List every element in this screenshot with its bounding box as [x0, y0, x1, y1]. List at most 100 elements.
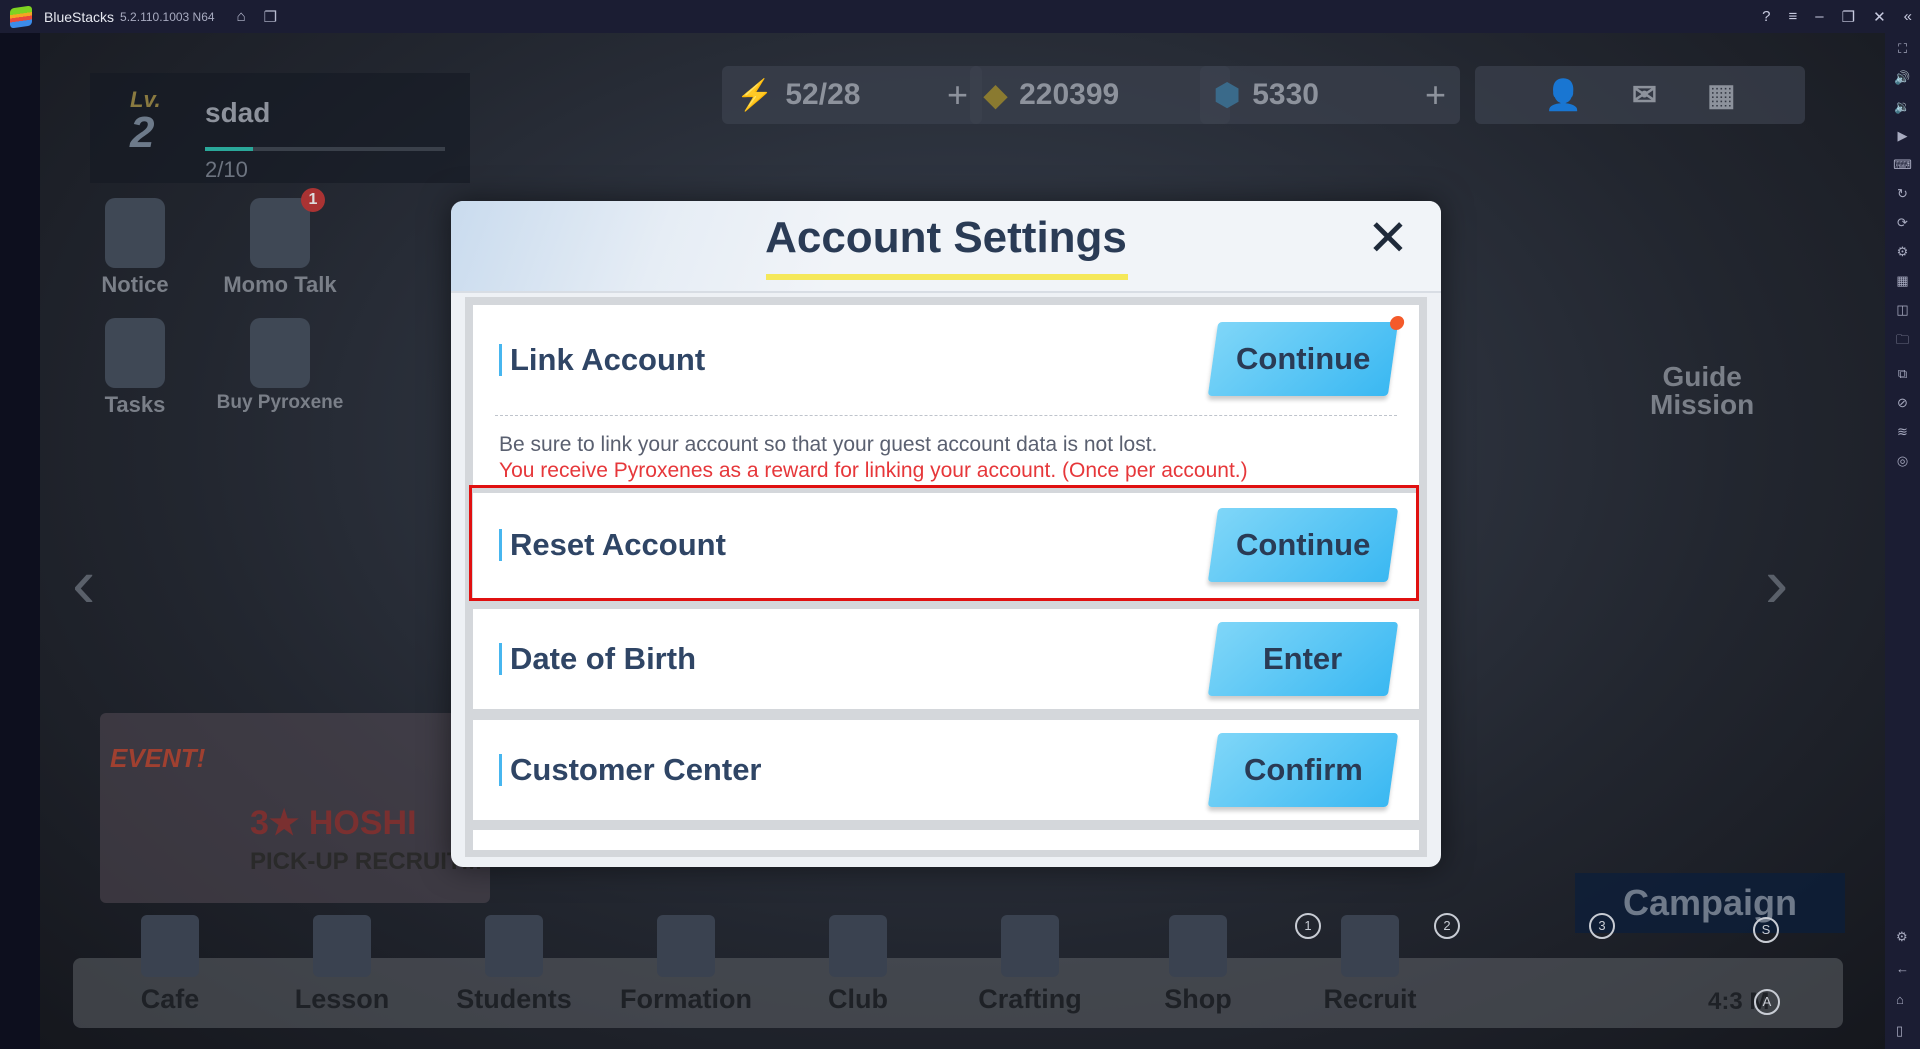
close-window-icon[interactable]: ✕: [1873, 8, 1886, 26]
event-tag: EVENT!: [110, 743, 206, 773]
date-of-birth-enter-button[interactable]: Enter: [1207, 622, 1399, 696]
player-name: sdad: [205, 97, 271, 128]
performance-icon[interactable]: ▦: [1896, 273, 1908, 289]
help-icon[interactable]: ?: [1762, 8, 1770, 25]
add-pyroxene-button[interactable]: +: [1425, 74, 1446, 116]
back-icon[interactable]: ←: [1896, 961, 1909, 976]
macro-icon[interactable]: ⚙: [1897, 244, 1909, 260]
buy-pyroxene-label: Buy Pyroxene: [216, 392, 344, 413]
nav-formation[interactable]: Formation: [616, 915, 756, 1015]
nav-recruit[interactable]: Recruit: [1300, 915, 1440, 1015]
dialog-title: Account Settings: [765, 213, 1127, 262]
key-overlay-1: 1: [1295, 913, 1321, 939]
media-icon[interactable]: ▶: [1898, 128, 1908, 144]
row-date-of-birth: Date of Birth Enter: [473, 609, 1419, 709]
nav-crafting[interactable]: Crafting: [960, 915, 1100, 1015]
notice-button[interactable]: Notice: [70, 198, 200, 298]
layers-icon[interactable]: ≋: [1897, 424, 1908, 440]
crafting-locked-icon: [1001, 915, 1059, 977]
tasks-button[interactable]: Tasks: [70, 318, 200, 418]
momotalk-label: Momo Talk: [223, 272, 337, 297]
add-energy-button[interactable]: +: [947, 74, 968, 116]
title-bar: BlueStacks 5.2.110.1003 N64 ⌂ ❐ ? ≡ – ❐ …: [0, 0, 1920, 33]
chevron-right-icon[interactable]: ›: [1765, 543, 1788, 623]
profile-icon[interactable]: 👤: [1545, 78, 1582, 113]
key-overlay-2: 2: [1434, 913, 1460, 939]
multi-instance-icon[interactable]: ❐: [264, 8, 277, 26]
pyroxene-counter: ⬢ 5330 +: [1200, 66, 1460, 124]
player-level-panel: Lv. 2 sdad 2/10: [90, 73, 470, 183]
collapse-sidebar-icon[interactable]: «: [1904, 8, 1912, 25]
energy-icon: ⚡: [736, 78, 774, 112]
guide-label: Guide: [1662, 361, 1742, 392]
credits-value: 220399: [1019, 78, 1120, 111]
top-right-menu: 👤 ✉ ▦: [1475, 66, 1805, 124]
eco-mode-icon[interactable]: ⊘: [1897, 395, 1908, 411]
settings-icon[interactable]: ⚙: [1896, 929, 1909, 945]
row-label: Link Account: [499, 344, 705, 376]
button-label: Continue: [1235, 341, 1371, 376]
nav-shop[interactable]: Shop: [1128, 915, 1268, 1015]
volume-up-icon[interactable]: 🔊: [1894, 70, 1910, 86]
buy-pyroxene-button[interactable]: Buy Pyroxene: [215, 318, 345, 414]
sync-icon[interactable]: ⟳: [1897, 215, 1908, 231]
minimize-icon[interactable]: –: [1815, 8, 1823, 25]
button-label: Confirm: [1243, 752, 1363, 787]
nav-label: Cafe: [140, 984, 200, 1014]
folder-icon[interactable]: 🗀: [1896, 331, 1909, 353]
key-overlay-s: S: [1753, 917, 1779, 943]
link-account-description: Be sure to link your account so that you…: [499, 433, 1158, 456]
reset-account-continue-button[interactable]: Continue: [1207, 508, 1399, 582]
close-icon[interactable]: ✕: [1363, 213, 1413, 265]
link-account-reward-note: You receive Pyroxenes as a reward for li…: [499, 459, 1248, 482]
mission-label: Mission: [1650, 389, 1755, 420]
title-underline: [766, 274, 1128, 280]
notice-label: Notice: [101, 272, 169, 297]
event-banner[interactable]: EVENT! 3★ HOSHI PICK-UP RECRUITM: [100, 713, 490, 903]
exp-bar: [205, 147, 445, 151]
volume-down-icon[interactable]: 🔉: [1894, 99, 1910, 115]
button-label: Continue: [1235, 527, 1371, 562]
fullscreen-icon[interactable]: ⛶: [1898, 41, 1907, 57]
account-settings-dialog: Account Settings ✕ Link Account Continue…: [451, 201, 1441, 867]
keyboard-icon[interactable]: ⌨: [1893, 157, 1912, 173]
recent-apps-icon[interactable]: ▯: [1896, 1023, 1909, 1039]
club-locked-icon: [829, 915, 887, 977]
customer-center-confirm-button[interactable]: Confirm: [1207, 733, 1399, 807]
home-icon[interactable]: ⌂: [237, 8, 246, 25]
home-nav-icon[interactable]: ⌂: [1896, 992, 1909, 1007]
nav-label: Club: [828, 984, 888, 1014]
credits-counter: ◆ 220399: [970, 66, 1230, 124]
copy-icon[interactable]: ⧉: [1898, 366, 1907, 382]
row-link-account: Link Account Continue Be sure to link yo…: [473, 305, 1419, 488]
credits-icon: ◆: [984, 78, 1008, 112]
rotate-icon[interactable]: ↻: [1897, 186, 1908, 202]
momotalk-button[interactable]: 1 Momo Talk: [215, 188, 345, 298]
link-account-continue-button[interactable]: Continue: [1207, 316, 1406, 396]
mail-icon[interactable]: ✉: [1632, 78, 1657, 113]
grid-menu-icon[interactable]: ▦: [1707, 78, 1735, 113]
nav-lesson[interactable]: Lesson: [272, 915, 412, 1015]
nav-students[interactable]: Students: [444, 915, 584, 1015]
shop-icon: [1169, 915, 1227, 977]
nav-club[interactable]: Club: [788, 915, 928, 1015]
guide-mission-button[interactable]: Guide Mission: [1650, 363, 1754, 419]
exp-value: 2/10: [205, 157, 248, 182]
campaign-button[interactable]: Campaign: [1575, 873, 1845, 933]
restore-icon[interactable]: ❐: [1842, 8, 1855, 26]
screenshot-icon[interactable]: ◫: [1896, 302, 1908, 318]
location-icon[interactable]: ◎: [1897, 453, 1908, 469]
megaphone-icon: [105, 198, 165, 268]
menu-icon[interactable]: ≡: [1789, 8, 1798, 25]
momotalk-badge: 1: [301, 188, 325, 212]
energy-value: 52/28: [785, 78, 861, 111]
pyroxene-icon: ⬢: [1214, 78, 1241, 112]
divider: [495, 415, 1397, 416]
nav-label: Crafting: [978, 984, 1082, 1014]
nav-cafe[interactable]: Cafe: [100, 915, 240, 1015]
app-version: 5.2.110.1003 N64: [120, 9, 215, 24]
shopping-bag-icon: [250, 318, 310, 388]
nav-label: Lesson: [294, 984, 390, 1014]
row-label: Reset Account: [499, 529, 726, 561]
chevron-left-icon[interactable]: ‹: [72, 543, 95, 623]
